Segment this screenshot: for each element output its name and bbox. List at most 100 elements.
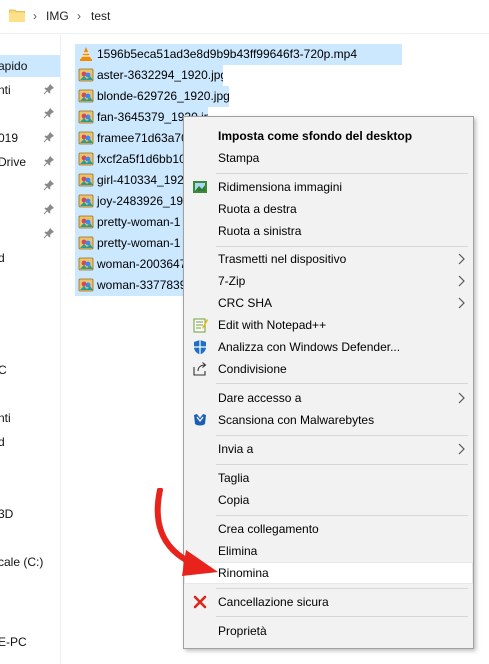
menu-separator (216, 588, 468, 589)
menu-item-notepad[interactable]: Edit with Notepad++ (184, 314, 473, 336)
file-name: framee71d63a70 (97, 131, 185, 145)
menu-item-resize[interactable]: Ridimensiona immagini (184, 176, 473, 198)
nav-item[interactable]: i (0, 455, 60, 477)
nav-item[interactable] (0, 295, 60, 317)
pin-icon (43, 228, 54, 239)
menu-item-copy[interactable]: Copia (184, 489, 473, 511)
menu-item-share[interactable]: Condivisione (184, 358, 473, 380)
menu-item-defender[interactable]: Analizza con Windows Defender... (184, 336, 473, 358)
menu-item-set-wallpaper[interactable]: Imposta come sfondo del desktop (184, 125, 473, 147)
menu-item-give-access[interactable]: Dare accesso a (184, 387, 473, 409)
nav-item[interactable] (0, 175, 60, 197)
pin-icon (43, 180, 54, 191)
file-row[interactable]: 1596b5eca51ad3e8d9b9b43ff99646f3-720p.mp… (75, 44, 402, 65)
menu-separator (216, 515, 468, 516)
nav-item[interactable]: 3D (0, 503, 60, 525)
file-row[interactable]: aster-3632294_1920.jpg (75, 65, 223, 86)
menu-item-send-to[interactable]: Invia a (184, 438, 473, 460)
navigation-pane[interactable]: apidontii019DrivedCntidi3Dcale (C:)E-PC (0, 34, 61, 664)
chevron-right-icon (458, 443, 465, 455)
menu-separator (216, 616, 468, 617)
pin-icon (43, 132, 54, 143)
nav-item[interactable] (0, 599, 60, 621)
address-bar[interactable]: › IMG › test (0, 0, 489, 34)
share-icon (193, 362, 207, 376)
nav-item[interactable] (0, 319, 60, 341)
file-row[interactable]: pretty-woman-1 (75, 233, 185, 254)
menu-item-cast[interactable]: Trasmetti nel dispositivo (184, 248, 473, 270)
file-row[interactable]: woman-3377839 (75, 275, 185, 296)
nav-item[interactable]: nti (0, 79, 60, 101)
file-name: pretty-woman-1 (97, 236, 181, 250)
file-row[interactable]: joy-2483926_192 (75, 191, 185, 212)
malwarebytes-icon (194, 414, 206, 426)
file-name: blonde-629726_1920.jpg (97, 89, 229, 103)
menu-item-secure-delete[interactable]: Cancellazione sicura (184, 591, 473, 613)
menu-item-rotate-left[interactable]: Ruota a sinistra (184, 220, 473, 242)
menu-separator (216, 383, 468, 384)
menu-item-delete[interactable]: Elimina (184, 540, 473, 562)
image-file-icon (78, 152, 94, 166)
nav-item[interactable]: apido (0, 55, 60, 77)
menu-item-cut[interactable]: Taglia (184, 467, 473, 489)
menu-item-print[interactable]: Stampa (184, 147, 473, 169)
resize-images-icon (193, 181, 207, 193)
nav-item[interactable]: E-PC (0, 631, 60, 653)
image-file-icon (78, 131, 94, 145)
menu-item-create-link[interactable]: Crea collegamento (184, 518, 473, 540)
nav-item[interactable] (0, 271, 60, 293)
folder-icon (9, 9, 25, 22)
chevron-right-icon (458, 275, 465, 287)
file-row[interactable]: pretty-woman-1 (75, 212, 185, 233)
nav-item[interactable]: d (0, 431, 60, 453)
menu-item-crc-sha[interactable]: CRC SHA (184, 292, 473, 314)
image-file-icon (78, 89, 94, 103)
image-file-icon (78, 68, 94, 82)
file-name: joy-2483926_192 (97, 194, 185, 208)
nav-item[interactable]: Drive (0, 151, 60, 173)
pin-icon (43, 204, 54, 215)
menu-item-7zip[interactable]: 7-Zip (184, 270, 473, 292)
nav-item[interactable]: 019 (0, 127, 60, 149)
menu-separator (216, 435, 468, 436)
file-row[interactable]: fxcf2a5f1d6bb10 (75, 149, 185, 170)
nav-item-label: cale (C:) (0, 555, 44, 569)
chevron-right-icon (458, 253, 465, 265)
menu-separator (216, 173, 468, 174)
file-row[interactable]: girl-410334_1920 (75, 170, 185, 191)
file-name: 1596b5eca51ad3e8d9b9b43ff99646f3-720p.mp… (97, 47, 358, 61)
nav-item[interactable] (0, 527, 60, 549)
breadcrumb-test[interactable]: test (91, 9, 110, 23)
nav-item-label: d (0, 435, 5, 449)
menu-item-properties[interactable]: Proprietà (184, 620, 473, 642)
image-file-icon (78, 194, 94, 208)
nav-item[interactable]: d (0, 247, 60, 269)
file-row[interactable]: blonde-629726_1920.jpg (75, 86, 229, 107)
nav-item[interactable]: i (0, 103, 60, 125)
windows-defender-shield-icon (194, 340, 206, 355)
nav-item[interactable] (0, 479, 60, 501)
menu-item-rename[interactable]: Rinomina (184, 562, 473, 584)
file-name: woman-2003647 (97, 257, 185, 271)
file-row[interactable]: framee71d63a70 (75, 128, 185, 149)
nav-item[interactable]: nti (0, 407, 60, 429)
menu-item-rotate-right[interactable]: Ruota a destra (184, 198, 473, 220)
image-file-icon (78, 173, 94, 187)
nav-item[interactable] (0, 383, 60, 405)
nav-item[interactable] (0, 575, 60, 597)
context-menu[interactable]: Imposta come sfondo del desktop Stampa R… (183, 116, 474, 649)
pin-icon (43, 156, 54, 167)
breadcrumb-img[interactable]: IMG (46, 9, 69, 23)
nav-item[interactable]: C (0, 359, 60, 381)
image-file-icon (78, 257, 94, 271)
file-name: fxcf2a5f1d6bb10 (97, 152, 185, 166)
menu-item-malwarebytes[interactable]: Scansiona con Malwarebytes (184, 409, 473, 431)
nav-item[interactable] (0, 223, 60, 245)
file-row[interactable]: woman-2003647 (75, 254, 185, 275)
file-name: woman-3377839 (97, 278, 185, 292)
nav-item[interactable] (0, 199, 60, 221)
nav-item-label: C (0, 363, 7, 377)
image-file-icon (78, 110, 94, 124)
chevron-right-icon (458, 297, 465, 309)
nav-item[interactable]: cale (C:) (0, 551, 60, 573)
